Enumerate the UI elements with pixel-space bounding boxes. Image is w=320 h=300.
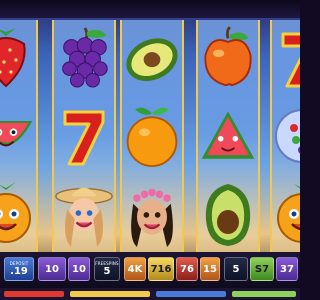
- light-segment: [232, 291, 296, 297]
- orange-face-icon: [277, 184, 300, 243]
- strawberry-icon: [0, 28, 26, 88]
- reels-area: [0, 20, 300, 252]
- button-value: 10: [72, 263, 86, 275]
- woman-sun-hat-icon: [55, 187, 113, 247]
- button-value: 37: [280, 263, 294, 275]
- spin-button[interactable]: S7: [250, 257, 274, 281]
- win-display[interactable]: 716: [148, 257, 174, 281]
- watermelon-slice-symbol: [198, 100, 258, 172]
- orange-icon: [126, 107, 178, 167]
- seven-symbol: [272, 22, 300, 94]
- deposit-button[interactable]: DEPOSIT .19: [4, 257, 34, 281]
- reel-1: [0, 20, 38, 252]
- apple-symbol: [198, 22, 258, 94]
- button-value: S7: [254, 263, 270, 275]
- level-button[interactable]: 15: [200, 257, 220, 281]
- slot-machine-screen: DEPOSIT .19 10 10 FREESPINS 5 4K 716 76 …: [0, 0, 300, 300]
- button-value: .19: [10, 266, 28, 277]
- strawberry-symbol: [0, 22, 36, 94]
- button-value: 10: [45, 263, 59, 275]
- orange-face-symbol: [272, 178, 300, 250]
- woman-flower-crown-icon: [131, 188, 173, 247]
- button-value: 5: [232, 263, 240, 275]
- lucky-seven-icon: [63, 110, 105, 166]
- light-segment: [70, 291, 150, 297]
- grapes-icon: [62, 27, 108, 88]
- reel-4: [196, 20, 260, 252]
- woman-sun-hat-symbol: [54, 178, 114, 250]
- credit-button[interactable]: 76: [176, 257, 198, 281]
- watermelon-face-icon: [0, 121, 33, 147]
- apple-icon: [204, 26, 252, 87]
- reel-5: [270, 20, 300, 252]
- orange-face-icon: [0, 182, 31, 243]
- max-bet-button[interactable]: 37: [276, 257, 298, 281]
- avocado-symbol: [122, 22, 182, 94]
- orange-symbol: [122, 100, 182, 172]
- button-value: 76: [180, 263, 194, 275]
- watermelon-symbol: [0, 100, 36, 172]
- avocado-half-icon: [205, 184, 251, 246]
- berry-cup-icon: [275, 109, 300, 163]
- lines-button[interactable]: 10: [68, 257, 90, 281]
- button-value: 4K: [127, 263, 143, 275]
- multiplier-button[interactable]: 4K: [124, 257, 146, 281]
- top-bezel: [0, 0, 300, 18]
- button-value: 5: [103, 266, 111, 277]
- reel-3: [120, 20, 184, 252]
- bet-button[interactable]: 10: [38, 257, 66, 281]
- button-value: 15: [203, 263, 217, 275]
- watermelon-slice-icon: [201, 111, 255, 159]
- light-segment: [4, 291, 64, 297]
- reel-2: [52, 20, 116, 252]
- orange-face-symbol: [0, 178, 36, 250]
- button-value: 716: [150, 263, 172, 275]
- bottom-light-strip: [0, 288, 300, 300]
- grapes-symbol: [54, 22, 114, 94]
- lucky-seven-icon: [281, 32, 300, 88]
- woman-flower-crown-symbol: [122, 178, 182, 250]
- avocado-half-symbol: [198, 178, 258, 250]
- light-segment: [156, 291, 226, 297]
- freespins-button[interactable]: FREESPINS 5: [94, 257, 120, 281]
- spins-button[interactable]: 5: [224, 257, 248, 281]
- seven-symbol: [54, 100, 114, 172]
- berry-cup-symbol: [272, 100, 300, 172]
- avocado-icon: [126, 38, 178, 82]
